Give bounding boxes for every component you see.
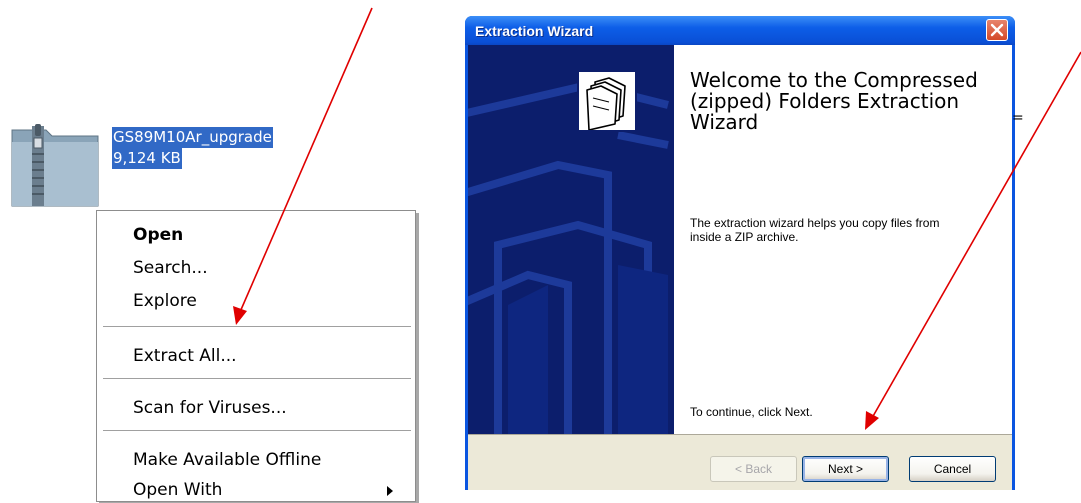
arrow-to-extract-all (233, 7, 373, 325)
annotation-arrows (233, 7, 1081, 430)
arrow-to-next-button (865, 51, 1081, 430)
